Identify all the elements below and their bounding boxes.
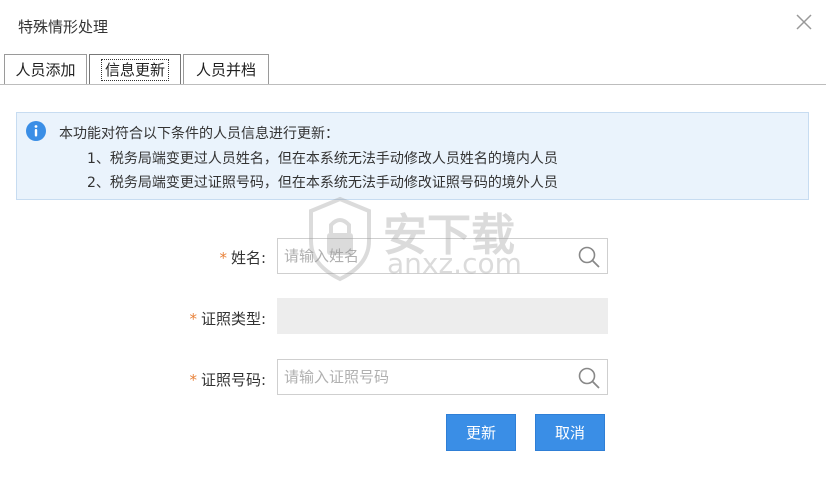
update-button[interactable]: 更新 xyxy=(446,414,516,451)
cancel-button[interactable]: 取消 xyxy=(535,414,605,451)
id-type-field xyxy=(277,298,608,334)
info-notice: 本功能对符合以下条件的人员信息进行更新： 1、税务局端变更过人员姓名，但在本系统… xyxy=(16,112,809,200)
tab-merge-person[interactable]: 人员并档 xyxy=(183,54,269,84)
search-icon[interactable] xyxy=(577,366,601,390)
required-mark: * xyxy=(219,249,227,267)
watermark: 安下载 anxz.com xyxy=(305,195,525,285)
tabs-divider xyxy=(0,84,826,85)
search-icon[interactable] xyxy=(577,245,601,269)
id-type-label-row: * 证照类型: xyxy=(160,308,266,329)
name-label-row: * 姓名: xyxy=(200,247,266,268)
id-number-field[interactable] xyxy=(277,359,608,395)
notice-line-3: 2、税务局端变更过证照号码，但在本系统无法手动修改证照号码的境外人员 xyxy=(87,175,558,191)
notice-line-1: 本功能对符合以下条件的人员信息进行更新： xyxy=(59,126,339,142)
id-number-input[interactable] xyxy=(278,360,570,394)
tab-label: 信息更新 xyxy=(100,59,169,81)
notice-line-2: 1、税务局端变更过人员姓名，但在本系统无法手动修改人员姓名的境内人员 xyxy=(87,151,558,167)
id-type-label: 证照类型: xyxy=(200,310,266,328)
close-icon[interactable] xyxy=(792,10,816,34)
id-number-label-row: * 证照号码: xyxy=(160,369,266,390)
required-mark: * xyxy=(189,310,197,328)
dialog-title: 特殊情形处理 xyxy=(18,18,109,36)
tab-label: 人员添加 xyxy=(15,61,76,79)
required-mark: * xyxy=(189,371,197,389)
tab-label: 人员并档 xyxy=(195,61,256,79)
watermark-domain: anxz.com xyxy=(387,247,522,280)
special-case-dialog: 特殊情形处理 人员添加 信息更新 人员并档 本功能对符合以下条件的人员信息进行更… xyxy=(0,0,826,481)
tab-add-person[interactable]: 人员添加 xyxy=(4,54,87,84)
watermark-shield-icon xyxy=(309,196,371,282)
name-label: 姓名: xyxy=(230,249,266,267)
tab-info-update[interactable]: 信息更新 xyxy=(89,54,181,85)
id-number-label: 证照号码: xyxy=(200,371,266,389)
info-icon xyxy=(26,121,46,141)
